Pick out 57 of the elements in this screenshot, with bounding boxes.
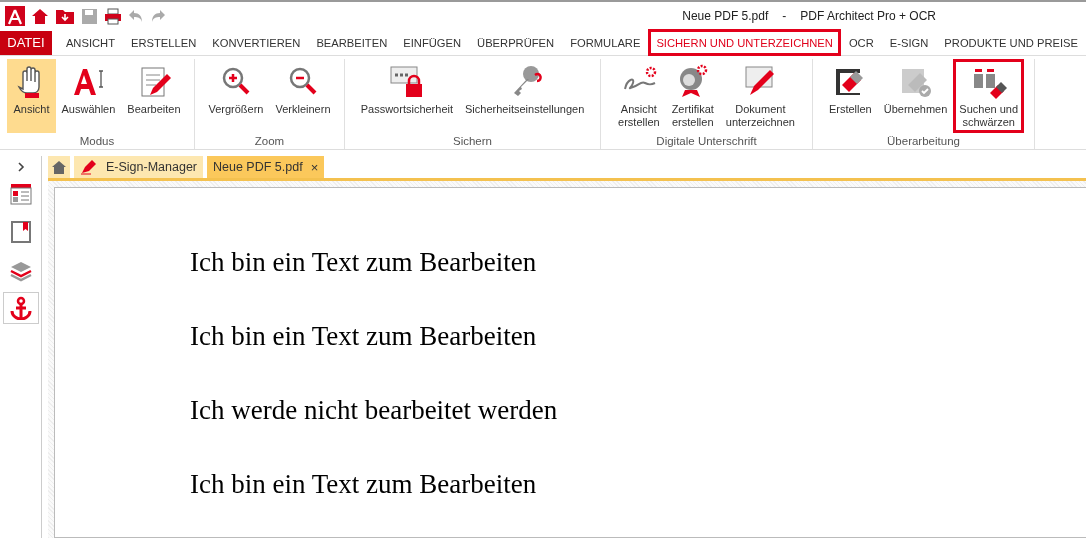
file-tab[interactable]: DATEI — [0, 30, 52, 55]
document-text: Ich werde nicht bearbeitet werden — [190, 394, 559, 427]
document-text: Ich bin ein Text zum Bearbeiten — [190, 246, 538, 279]
ribbon-button[interactable]: Suchen und schwärzen — [953, 59, 1025, 133]
title-separator: - — [782, 9, 787, 23]
menu-tab[interactable]: OCR — [840, 29, 882, 56]
printer-icon — [104, 7, 122, 25]
ribbon-button[interactable]: Vergrößern — [202, 59, 270, 133]
menu-tab[interactable]: KONVERTIEREN — [204, 29, 309, 56]
home-icon — [31, 7, 49, 25]
ribbon-button[interactable]: Bearbeiten — [121, 59, 187, 133]
ribbon-button[interactable]: Sicherheitseinstellungen — [459, 59, 591, 133]
document-text: Ich bin ein Text zum Bearbeiten — [190, 320, 538, 353]
menu-tab[interactable]: ERSTELLEN — [123, 29, 205, 56]
group-label: Überarbeitung — [886, 135, 961, 149]
group-label: Modus — [78, 135, 116, 149]
menu-tab[interactable]: FORMULARE — [562, 29, 649, 56]
document-tab[interactable]: E-Sign-Manager — [74, 156, 203, 178]
ribbon-button[interactable]: Erstellen — [822, 59, 878, 133]
bookmark-icon — [8, 220, 33, 244]
ribbon-button[interactable]: Dokument unterzeichnen — [719, 59, 801, 133]
expand-icon[interactable] — [16, 162, 25, 172]
padlock-icon — [388, 63, 425, 99]
pen-icon — [80, 159, 98, 175]
menu-tab[interactable]: ÜBERPRÜFEN — [469, 29, 563, 56]
menu-tab[interactable]: EINFÜGEN — [395, 29, 470, 56]
menu-tab[interactable]: PRODUKTE UND PREISE — [936, 29, 1086, 56]
ribbon-button[interactable]: Übernehmen — [877, 59, 954, 133]
home-tab[interactable] — [48, 156, 70, 178]
home-icon — [52, 160, 66, 174]
menu-tab[interactable]: E-SIGN — [881, 29, 937, 56]
document-text: Ich bin ein Text zum Bearbeiten — [190, 468, 538, 501]
ribbon-button[interactable]: Auswählen — [55, 59, 122, 133]
app-logo-button[interactable] — [2, 4, 28, 28]
app-title: PDF Architect Pro + OCR — [800, 9, 936, 23]
ribbon-button[interactable]: Verkleinern — [269, 59, 337, 133]
menu-tab[interactable]: ANSICHT — [57, 29, 123, 56]
save-icon — [81, 7, 98, 25]
group-label: Zoom — [253, 135, 286, 149]
undo-icon — [128, 9, 144, 23]
panel-icon — [8, 182, 33, 206]
ribbon-button[interactable]: Ansicht erstellen — [612, 59, 666, 133]
anchor-icon — [8, 296, 33, 320]
close-icon[interactable]: × — [310, 159, 319, 175]
group-label: Sichern — [452, 135, 493, 149]
logo-icon — [5, 6, 25, 26]
menu-tab[interactable]: SICHERN UND UNTERZEICHNEN — [648, 29, 841, 56]
ribbon-button[interactable]: Ansicht — [7, 59, 56, 133]
redo-icon — [150, 9, 166, 23]
group-label: Digitale Unterschrift — [655, 135, 758, 149]
folder-icon — [55, 7, 75, 25]
menu-tab[interactable]: BEARBEITEN — [308, 29, 396, 56]
ribbon-button[interactable]: Passwortsicherheit — [354, 59, 460, 133]
ribbon-button[interactable]: Zertifikat erstellen — [665, 59, 720, 133]
side-panel-button[interactable] — [2, 292, 39, 324]
document-title: Neue PDF 5.pdf — [682, 9, 769, 23]
document-tab[interactable]: Neue PDF 5.pdf × — [207, 156, 325, 178]
